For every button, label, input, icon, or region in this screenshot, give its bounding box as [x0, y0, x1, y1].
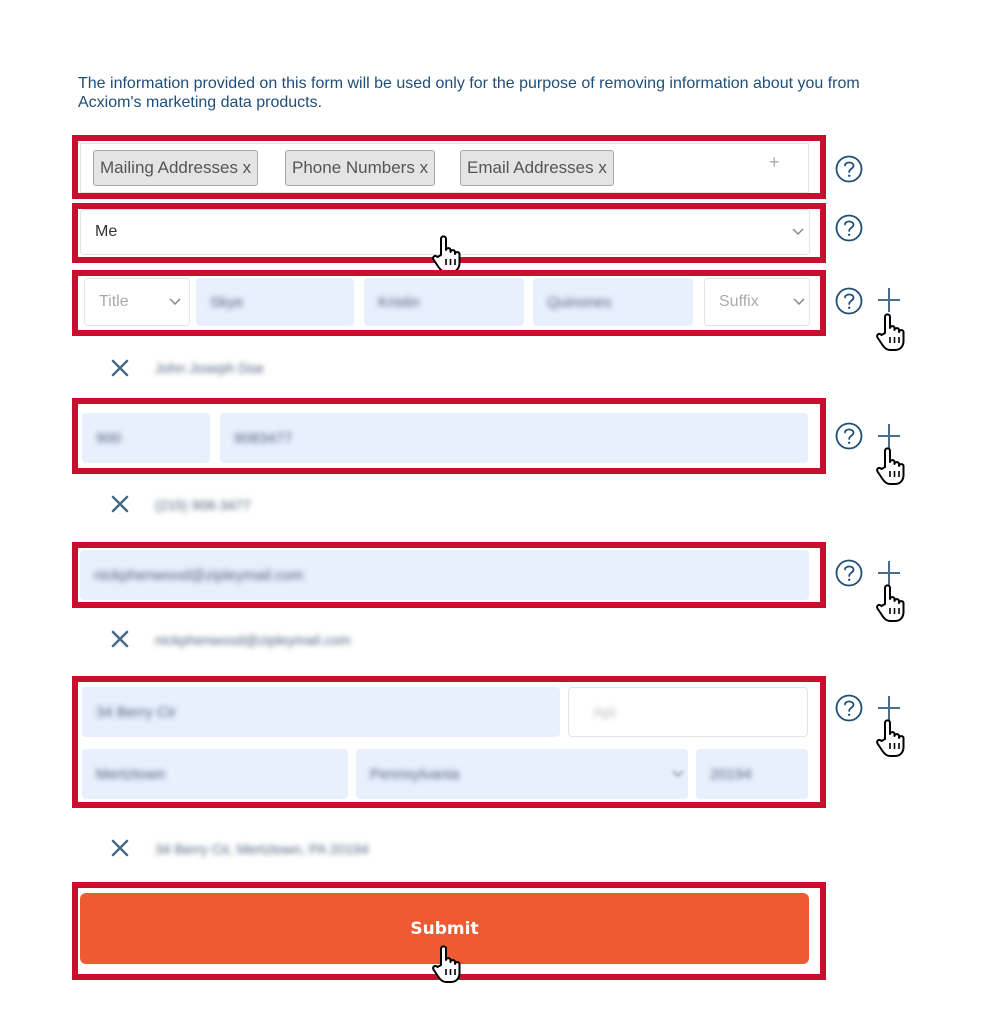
- remove-phone-icon[interactable]: [111, 495, 129, 513]
- highlight-categories: [72, 135, 826, 199]
- remove-name-icon[interactable]: [111, 359, 129, 377]
- help-icon[interactable]: [834, 421, 864, 451]
- intro-text: The information provided on this form wi…: [78, 75, 860, 111]
- highlight-email: [72, 542, 826, 608]
- help-icon[interactable]: [834, 154, 864, 184]
- add-name-icon[interactable]: [876, 285, 902, 315]
- saved-email: nickphenwood@zipleymail.com: [155, 632, 351, 648]
- saved-name: John Joseph Doe: [155, 360, 264, 376]
- help-icon[interactable]: [834, 286, 864, 316]
- hand-cursor-icon: [874, 718, 910, 758]
- highlight-name: [72, 270, 826, 336]
- highlight-address: [72, 676, 826, 808]
- highlight-phone: [72, 398, 826, 474]
- hand-cursor-icon: [430, 944, 466, 984]
- hand-cursor-icon: [874, 583, 910, 623]
- help-icon[interactable]: [834, 693, 864, 723]
- saved-address: 34 Berry Cir, Mertztown, PA 20194: [155, 841, 369, 857]
- help-icon[interactable]: [834, 558, 864, 588]
- hand-cursor-icon: [874, 312, 910, 352]
- help-icon[interactable]: [834, 213, 864, 243]
- remove-email-icon[interactable]: [111, 630, 129, 648]
- hand-cursor-icon: [874, 446, 910, 486]
- saved-phone: (215) 908-3477: [155, 497, 251, 513]
- hand-cursor-icon: [430, 234, 466, 274]
- remove-address-icon[interactable]: [111, 839, 129, 857]
